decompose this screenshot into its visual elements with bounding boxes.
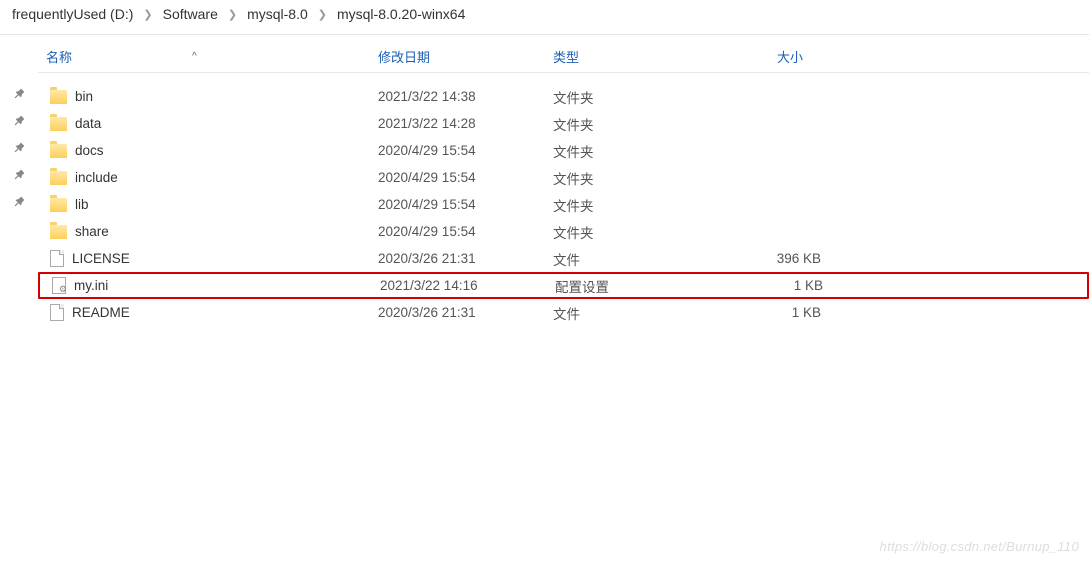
- column-header-row: 名称 ^ 修改日期 类型 大小: [38, 43, 1089, 73]
- file-type-cell: 文件夹: [553, 87, 708, 107]
- file-type-cell: 配置设置: [555, 276, 710, 296]
- folder-icon: [50, 171, 67, 185]
- file-row[interactable]: bin 2021/3/22 14:38文件夹: [38, 83, 1089, 110]
- file-date-cell: 2021/3/22 14:28: [378, 116, 553, 131]
- file-icon: [50, 250, 64, 267]
- file-date-cell: 2020/4/29 15:54: [378, 143, 553, 158]
- file-name-label: README: [72, 305, 130, 320]
- file-size-cell: 1 KB: [710, 278, 823, 293]
- file-name-cell: LICENSE: [38, 250, 378, 267]
- column-label: 名称: [46, 47, 72, 66]
- file-type-cell: 文件: [553, 303, 708, 323]
- file-name-label: docs: [75, 143, 104, 158]
- column-header-type[interactable]: 类型: [553, 43, 708, 66]
- file-list: bin2021/3/22 14:38文件夹data2021/3/22 14:28…: [38, 83, 1089, 326]
- pin-icon[interactable]: [9, 192, 29, 212]
- file-date-cell: 2020/4/29 15:54: [378, 170, 553, 185]
- file-date-cell: 2021/3/22 14:16: [380, 278, 555, 293]
- chevron-right-icon: ❯: [143, 8, 152, 21]
- file-name-label: LICENSE: [72, 251, 130, 266]
- chevron-right-icon: ❯: [228, 8, 237, 21]
- quick-access-pins: [0, 43, 38, 326]
- file-type-cell: 文件夹: [553, 168, 708, 188]
- breadcrumb-item[interactable]: Software: [159, 4, 222, 24]
- breadcrumb-item[interactable]: mysql-8.0.20-winx64: [333, 4, 469, 24]
- column-header-size[interactable]: 大小: [708, 43, 838, 66]
- file-row[interactable]: my.ini 2021/3/22 14:16配置设置1 KB: [38, 272, 1089, 299]
- file-icon: [50, 304, 64, 321]
- folder-icon: [50, 225, 67, 239]
- file-size-cell: 396 KB: [708, 251, 821, 266]
- file-name-cell: bin: [38, 89, 378, 104]
- file-date-cell: 2021/3/22 14:38: [378, 89, 553, 104]
- file-type-cell: 文件夹: [553, 141, 708, 161]
- file-name-cell: my.ini: [40, 277, 380, 294]
- file-name-cell: share: [38, 224, 378, 239]
- config-file-icon: [52, 277, 66, 294]
- file-type-cell: 文件夹: [553, 114, 708, 134]
- pin-icon[interactable]: [9, 84, 29, 104]
- chevron-right-icon: ❯: [318, 8, 327, 21]
- file-size-cell: 1 KB: [708, 305, 821, 320]
- file-name-cell: include: [38, 170, 378, 185]
- file-date-cell: 2020/4/29 15:54: [378, 224, 553, 239]
- file-name-label: bin: [75, 89, 93, 104]
- file-row[interactable]: share 2020/4/29 15:54文件夹: [38, 218, 1089, 245]
- column-header-date[interactable]: 修改日期: [378, 43, 553, 66]
- file-date-cell: 2020/3/26 21:31: [378, 305, 553, 320]
- breadcrumb-item[interactable]: mysql-8.0: [243, 4, 312, 24]
- file-list-area: 名称 ^ 修改日期 类型 大小 bin2021/3/22 14:38文件夹dat…: [38, 43, 1089, 326]
- file-name-label: include: [75, 170, 118, 185]
- pin-icon[interactable]: [9, 111, 29, 131]
- folder-icon: [50, 198, 67, 212]
- breadcrumb-item[interactable]: frequentlyUsed (D:): [8, 4, 137, 24]
- pin-icon[interactable]: [9, 165, 29, 185]
- file-row[interactable]: data 2021/3/22 14:28文件夹: [38, 110, 1089, 137]
- file-name-cell: data: [38, 116, 378, 131]
- file-name-label: share: [75, 224, 109, 239]
- file-row[interactable]: docs 2020/4/29 15:54文件夹: [38, 137, 1089, 164]
- file-row[interactable]: LICENSE 2020/3/26 21:31文件396 KB: [38, 245, 1089, 272]
- file-name-cell: lib: [38, 197, 378, 212]
- file-name-label: data: [75, 116, 101, 131]
- sort-indicator-icon: ^: [192, 51, 197, 62]
- pin-icon[interactable]: [9, 138, 29, 158]
- file-row[interactable]: README 2020/3/26 21:31文件1 KB: [38, 299, 1089, 326]
- file-type-cell: 文件夹: [553, 195, 708, 215]
- file-type-cell: 文件夹: [553, 222, 708, 242]
- file-name-cell: docs: [38, 143, 378, 158]
- file-name-cell: README: [38, 304, 378, 321]
- file-date-cell: 2020/3/26 21:31: [378, 251, 553, 266]
- file-name-label: lib: [75, 197, 89, 212]
- column-header-name[interactable]: 名称 ^: [38, 43, 378, 66]
- file-date-cell: 2020/4/29 15:54: [378, 197, 553, 212]
- divider: [0, 34, 1089, 35]
- file-explorer-content: 名称 ^ 修改日期 类型 大小 bin2021/3/22 14:38文件夹dat…: [0, 43, 1089, 326]
- watermark: https://blog.csdn.net/Burnup_110: [880, 539, 1079, 554]
- file-row[interactable]: lib 2020/4/29 15:54文件夹: [38, 191, 1089, 218]
- folder-icon: [50, 90, 67, 104]
- file-type-cell: 文件: [553, 249, 708, 269]
- file-name-label: my.ini: [74, 278, 108, 293]
- folder-icon: [50, 144, 67, 158]
- breadcrumb: frequentlyUsed (D:) ❯ Software ❯ mysql-8…: [0, 0, 1089, 28]
- folder-icon: [50, 117, 67, 131]
- file-row[interactable]: include 2020/4/29 15:54文件夹: [38, 164, 1089, 191]
